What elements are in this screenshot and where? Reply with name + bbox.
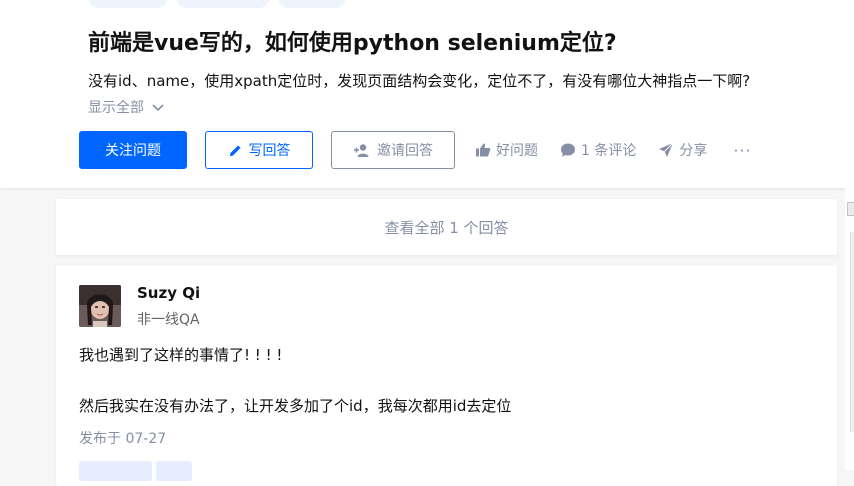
answer-paragraph: 然后我实在没有办法了，让开发多加了个id，我每次都用id去定位 — [79, 397, 512, 415]
question-actions: 关注问题 写回答 邀请回答 好问题 1 条评论 分享 ··· — [79, 131, 752, 169]
author-name[interactable]: Suzy Qi — [137, 284, 200, 302]
more-options-button[interactable]: ··· — [733, 141, 751, 160]
scrollbar[interactable] — [850, 232, 854, 432]
published-date[interactable]: 发布于 07-27 — [79, 428, 166, 448]
share-button[interactable]: 分享 — [658, 140, 707, 160]
topic-tag[interactable] — [278, 0, 346, 8]
comments-button[interactable]: 1 条评论 — [560, 140, 636, 160]
follow-question-label: 关注问题 — [105, 143, 161, 159]
topic-tag[interactable] — [88, 0, 168, 8]
author-headline: 非一线QA — [137, 312, 200, 328]
write-answer-label: 写回答 — [248, 143, 291, 159]
question-title: 前端是vue写的，如何使用python selenium定位? — [88, 31, 617, 56]
show-all-button[interactable]: 显示全部 — [88, 97, 164, 119]
follow-question-button[interactable]: 关注问题 — [79, 131, 187, 169]
comments-label: 1 条评论 — [581, 143, 637, 159]
question-header: 前端是vue写的，如何使用python selenium定位? 没有id、nam… — [0, 0, 854, 188]
comment-bubble-icon — [560, 142, 576, 158]
share-label: 分享 — [679, 143, 708, 159]
write-answer-button[interactable]: 写回答 — [205, 131, 313, 169]
paper-plane-icon — [658, 142, 674, 158]
view-all-answers-button[interactable]: 查看全部 1 个回答 — [56, 199, 837, 255]
invite-answer-button[interactable]: 邀请回答 — [331, 131, 455, 169]
answer-card: Suzy Qi 非一线QA 我也遇到了这样的事情了! ! ! ! 然后我实在没有… — [56, 266, 837, 486]
thumbs-up-icon — [475, 142, 491, 158]
upvote-button[interactable] — [79, 461, 152, 481]
downvote-button[interactable] — [156, 461, 192, 481]
answer-paragraph: 我也遇到了这样的事情了! ! ! ! — [79, 346, 283, 364]
invite-answer-label: 邀请回答 — [377, 143, 433, 159]
side-panel-icon — [847, 202, 854, 216]
show-all-label: 显示全部 — [88, 100, 144, 116]
chevron-down-icon — [152, 104, 164, 112]
pencil-icon — [228, 143, 243, 158]
topic-tag[interactable] — [176, 0, 270, 8]
good-question-label: 好问题 — [496, 143, 538, 159]
question-detail: 没有id、name，使用xpath定位时，发现页面结构会变化，定位不了，有没有哪… — [88, 72, 751, 90]
good-question-button[interactable]: 好问题 — [475, 140, 538, 160]
add-person-icon — [353, 143, 371, 158]
avatar[interactable] — [79, 285, 121, 327]
